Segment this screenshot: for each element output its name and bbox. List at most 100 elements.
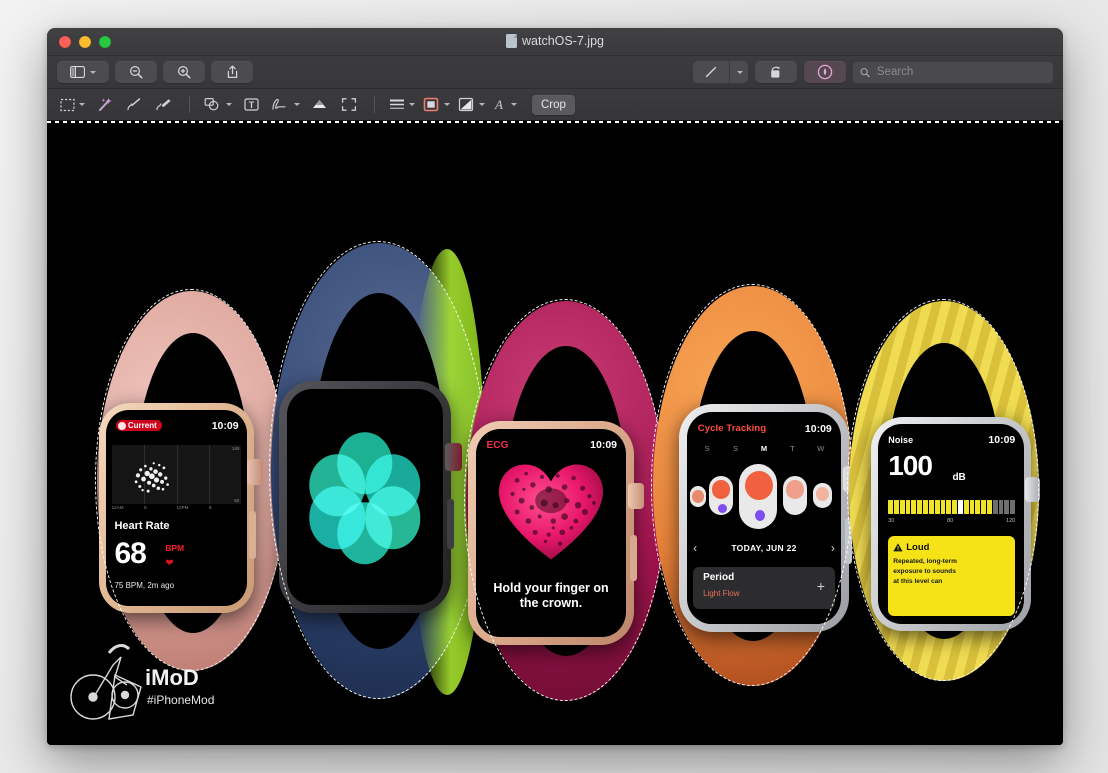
share-button[interactable] (211, 61, 253, 83)
x-tick: 12PM (176, 505, 189, 511)
text-box-icon: T (243, 98, 259, 111)
signature-icon (272, 98, 286, 110)
cycle-flow-dot (712, 480, 730, 499)
side-button (630, 535, 637, 581)
adjust-size-icon (341, 98, 357, 111)
font-icon: A (494, 97, 503, 112)
search-input[interactable] (874, 65, 1046, 79)
watchos-promo-image: Current 10:09 140 62 12AM 6 12PM 6 Heart… (47, 121, 1063, 745)
noise-title: Noise (888, 435, 914, 445)
adjust-size-tool[interactable] (335, 93, 363, 117)
annotate-button[interactable] (804, 61, 846, 83)
cycle-date-nav: ‹ TODAY, JUN 22 › (693, 541, 835, 555)
prev-day-button[interactable]: ‹ (693, 541, 697, 555)
chevron-down-icon (90, 70, 96, 74)
markup-button[interactable] (693, 61, 729, 83)
ecg-instruction: Hold your finger on the crown. (484, 581, 619, 611)
document-icon (506, 34, 517, 48)
sketch-icon (126, 98, 140, 111)
watch-screen-cycle-tracking: Cycle Tracking 10:09 S S M T W ‹ TODAY, … (687, 412, 841, 624)
adjust-color-tool[interactable] (305, 93, 333, 117)
add-period-button[interactable]: + (817, 579, 825, 593)
heart-rate-unit: BPM (165, 543, 185, 554)
day-label: S (733, 443, 739, 453)
watch-time: 10:09 (988, 434, 1016, 446)
zoom-in-icon (177, 65, 191, 79)
heart-badge-icon (117, 421, 126, 430)
breathe-petal (309, 454, 365, 517)
scale-tick: 120 (1006, 518, 1016, 524)
fill-color-tool[interactable] (455, 93, 488, 117)
svg-text:A: A (494, 97, 503, 112)
noise-unit: dB (952, 472, 966, 483)
watch-screen-breathe (287, 389, 443, 605)
markup-dropdown-button[interactable] (729, 61, 748, 83)
shapes-icon (204, 98, 219, 111)
rotate-left-icon (771, 66, 780, 78)
ecg-heart-graphic (499, 464, 603, 560)
toolbar-divider (374, 96, 375, 113)
watch-screen-heart-rate: Current 10:09 140 62 12AM 6 12PM 6 Heart… (106, 410, 247, 606)
shapes-tool[interactable] (201, 93, 235, 117)
x-tick: 6 (208, 505, 212, 511)
watch-screen-noise: Noise 10:09 100 dB 30 80 120 Loud Repeat… (878, 424, 1024, 624)
ecg-title: ECG (486, 439, 509, 451)
draw-icon (156, 99, 171, 111)
markup-group (693, 61, 748, 83)
digital-crown (1025, 477, 1040, 502)
heart-rate-subtitle: 75 BPM, 2m ago (114, 580, 175, 590)
alert-line: Repeated, long-term (893, 558, 957, 565)
zoom-out-button[interactable] (115, 61, 157, 83)
instant-alpha-tool[interactable] (90, 93, 118, 117)
search-icon (860, 67, 870, 77)
period-card[interactable]: Period Light Flow + (693, 566, 835, 610)
sketch-tool[interactable] (120, 93, 148, 117)
cycle-flow-dot (692, 490, 705, 503)
chevron-down-icon (409, 103, 415, 106)
zoom-out-icon (129, 65, 143, 79)
cycle-flow-dot-today (744, 470, 773, 500)
border-color-tool[interactable] (420, 93, 453, 117)
title-bar: watchOS-7.jpg (47, 28, 1063, 56)
heart-rate-scatter (134, 462, 169, 493)
shape-style-tool[interactable] (386, 93, 418, 117)
pen-icon (705, 66, 717, 78)
cycle-day-pills (690, 461, 838, 531)
noise-alert-card: Loud Repeated, long-term exposure to sou… (888, 536, 1016, 616)
magic-wand-icon (98, 97, 112, 111)
document-title: watchOS-7.jpg (47, 34, 1063, 48)
noise-scale: 30 80 120 (888, 518, 1015, 524)
svg-text:T: T (248, 100, 254, 110)
next-day-button[interactable]: › (831, 541, 835, 555)
adjust-color-icon (312, 100, 326, 108)
selection-tool[interactable] (57, 93, 88, 117)
breathe-animation (307, 432, 422, 565)
current-badge-label: Current (127, 421, 157, 431)
noise-alert-body: Repeated, long-term exposure to sounds a… (893, 557, 1010, 588)
ecg-instruction-line1: Hold your finger on (493, 580, 609, 595)
heart-icon: ❤ (165, 557, 174, 569)
draw-tool[interactable] (150, 93, 178, 117)
chevron-down-icon (737, 70, 743, 74)
search-box[interactable] (853, 61, 1053, 83)
noise-alert-header: Loud (893, 542, 1010, 553)
watch-time: 10:09 (590, 439, 617, 452)
text-style-tool[interactable]: A (490, 93, 520, 117)
share-icon (227, 65, 237, 78)
text-tool[interactable]: T (237, 93, 265, 117)
current-badge: Current (115, 420, 162, 432)
period-card-subtitle: Light Flow (703, 588, 740, 598)
watch-screen-ecg: ECG 10:09 Hold your finger on the crown. (476, 429, 626, 637)
sidebar-toggle-button[interactable] (57, 61, 109, 83)
noise-value: 100 (888, 450, 933, 481)
watch-time: 10:09 (804, 422, 832, 435)
crop-button[interactable]: Crop (532, 94, 575, 115)
image-canvas[interactable]: Current 10:09 140 62 12AM 6 12PM 6 Heart… (47, 121, 1063, 745)
heart-rate-header: Current 10:09 (115, 420, 239, 432)
rotate-button[interactable] (755, 61, 797, 83)
zoom-in-button[interactable] (163, 61, 205, 83)
day-label-today: M (760, 443, 768, 453)
toolbar-divider (189, 96, 190, 113)
selection-marching-ants-top (47, 121, 1063, 123)
sign-tool[interactable] (267, 93, 303, 117)
